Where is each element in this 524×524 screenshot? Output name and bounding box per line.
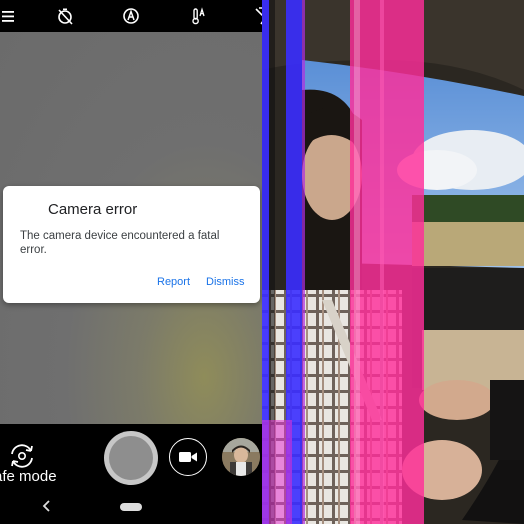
nav-home-pill[interactable] <box>120 503 142 511</box>
shutter-button-center[interactable] <box>109 436 153 480</box>
temperature-icon[interactable] <box>188 6 208 26</box>
safe-mode-label: afe mode <box>0 468 57 485</box>
camera-app: Camera error The camera device encounter… <box>0 0 262 524</box>
report-button[interactable]: Report <box>157 276 190 288</box>
flash-off-icon[interactable] <box>253 6 262 26</box>
thumbnail-photo <box>222 438 260 476</box>
auto-flash-icon[interactable] <box>121 6 141 26</box>
menu-icon[interactable] <box>0 6 20 26</box>
video-camera-icon <box>179 452 197 462</box>
dialog-message: The camera device encountered a fatal er… <box>20 230 220 256</box>
dialog-title: Camera error <box>48 201 138 218</box>
chevron-left-icon[interactable] <box>40 498 54 514</box>
glitched-photo-artwork <box>262 0 524 524</box>
top-toolbar <box>0 0 262 32</box>
dismiss-button[interactable]: Dismiss <box>206 276 245 288</box>
glitched-photo <box>262 0 524 524</box>
gallery-thumbnail[interactable] <box>222 438 260 476</box>
timer-off-icon[interactable] <box>55 6 75 26</box>
